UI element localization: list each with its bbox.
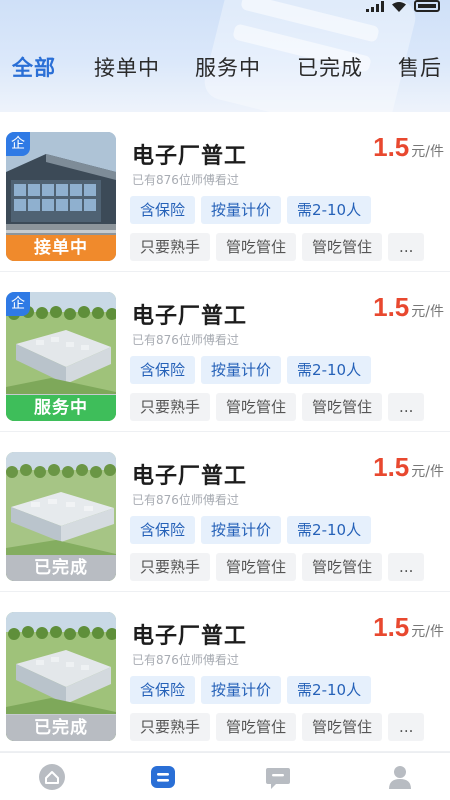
home-icon [39, 764, 65, 790]
bottom-nav [0, 752, 450, 800]
tab-all[interactable]: 全部 [12, 52, 56, 82]
job-card[interactable]: 已完成 电子厂普工 1.5 元/件 已有876位师傅看过 含保险 按量计价 需2… [0, 432, 450, 592]
tag-insurance: 含保险 [130, 676, 196, 704]
job-price: 1.5 元/件 [373, 452, 444, 483]
tab-completed[interactable]: 已完成 [297, 52, 363, 82]
job-title: 电子厂普工 [132, 144, 248, 169]
job-card[interactable]: 企 服务中 电子厂普工 1.5 元/件 已有876位师傅看过 含保险 按量计价 … [0, 272, 450, 432]
secondary-tags: 只要熟手 管吃管住 管吃管住 ... [130, 233, 425, 261]
secondary-tags: 只要熟手 管吃管住 管吃管住 ... [130, 553, 425, 581]
job-card[interactable]: 企 接单中 电子厂普工 1.5 元/件 已有876位师傅看过 含保险 按量计价 … [0, 112, 450, 272]
nav-orders[interactable] [148, 762, 178, 792]
price-unit: 元/件 [411, 464, 444, 480]
price-value: 1.5 [373, 132, 410, 162]
view-count: 已有876位师傅看过 [132, 493, 239, 507]
job-price: 1.5 元/件 [373, 132, 444, 163]
job-thumbnail: 已完成 [6, 612, 116, 741]
price-value: 1.5 [373, 292, 410, 322]
tag-headcount: 需2-10人 [287, 356, 372, 384]
tag-insurance: 含保险 [130, 516, 196, 544]
more-tags-button[interactable]: ... [388, 553, 425, 581]
job-price: 1.5 元/件 [373, 292, 444, 323]
status-tabs: 全部 接单中 服务中 已完成 售后 [0, 52, 450, 88]
tag-meals-housing: 管吃管住 [302, 553, 383, 581]
more-tags-button[interactable]: ... [388, 713, 425, 741]
nav-home[interactable] [37, 762, 67, 792]
tag-pricing: 按量计价 [201, 356, 282, 384]
job-title: 电子厂普工 [132, 624, 248, 649]
tab-in-service[interactable]: 服务中 [195, 52, 261, 82]
tag-skill: 只要熟手 [130, 713, 211, 741]
view-count: 已有876位师傅看过 [132, 653, 239, 667]
tag-meals-housing: 管吃管住 [216, 393, 297, 421]
tag-skill: 只要熟手 [130, 233, 211, 261]
view-count: 已有876位师傅看过 [132, 333, 239, 347]
status-label: 已完成 [6, 555, 116, 581]
tag-skill: 只要熟手 [130, 393, 211, 421]
tag-meals-housing: 管吃管住 [302, 233, 383, 261]
price-unit: 元/件 [411, 144, 444, 160]
nav-messages[interactable] [263, 762, 293, 792]
price-value: 1.5 [373, 452, 410, 482]
primary-tags: 含保险 按量计价 需2-10人 [130, 196, 372, 224]
nav-profile[interactable] [385, 762, 415, 792]
tag-pricing: 按量计价 [201, 676, 282, 704]
tag-skill: 只要熟手 [130, 553, 211, 581]
tag-pricing: 按量计价 [201, 196, 282, 224]
job-title: 电子厂普工 [132, 464, 248, 489]
tag-meals-housing: 管吃管住 [216, 713, 297, 741]
primary-tags: 含保险 按量计价 需2-10人 [130, 516, 372, 544]
signal-icon [366, 1, 384, 12]
primary-tags: 含保险 按量计价 需2-10人 [130, 356, 372, 384]
enterprise-badge: 企 [6, 132, 30, 156]
tag-headcount: 需2-10人 [287, 676, 372, 704]
orders-icon [151, 766, 175, 788]
more-tags-button[interactable]: ... [388, 393, 425, 421]
view-count: 已有876位师傅看过 [132, 173, 239, 187]
tag-pricing: 按量计价 [201, 516, 282, 544]
job-price: 1.5 元/件 [373, 612, 444, 643]
profile-icon [389, 766, 411, 789]
tag-headcount: 需2-10人 [287, 196, 372, 224]
job-list: 企 接单中 电子厂普工 1.5 元/件 已有876位师傅看过 含保险 按量计价 … [0, 112, 450, 752]
battery-icon [414, 0, 440, 12]
more-tags-button[interactable]: ... [388, 233, 425, 261]
message-icon [266, 768, 290, 789]
job-thumbnail: 已完成 [6, 452, 116, 581]
status-label: 服务中 [6, 395, 116, 421]
status-label: 已完成 [6, 715, 116, 741]
tag-meals-housing: 管吃管住 [302, 713, 383, 741]
wifi-icon [392, 2, 406, 12]
tag-meals-housing: 管吃管住 [216, 553, 297, 581]
price-unit: 元/件 [411, 304, 444, 320]
price-value: 1.5 [373, 612, 410, 642]
tag-meals-housing: 管吃管住 [216, 233, 297, 261]
primary-tags: 含保险 按量计价 需2-10人 [130, 676, 372, 704]
secondary-tags: 只要熟手 管吃管住 管吃管住 ... [130, 713, 425, 741]
enterprise-badge: 企 [6, 292, 30, 316]
job-thumbnail: 企 服务中 [6, 292, 116, 421]
status-bar [366, 0, 440, 12]
tab-accepting[interactable]: 接单中 [94, 52, 160, 82]
tag-insurance: 含保险 [130, 356, 196, 384]
tab-after-sales[interactable]: 售后 [398, 52, 442, 82]
job-card[interactable]: 已完成 电子厂普工 1.5 元/件 已有876位师傅看过 含保险 按量计价 需2… [0, 592, 450, 752]
secondary-tags: 只要熟手 管吃管住 管吃管住 ... [130, 393, 425, 421]
status-label: 接单中 [6, 235, 116, 261]
tag-headcount: 需2-10人 [287, 516, 372, 544]
tag-meals-housing: 管吃管住 [302, 393, 383, 421]
header: 全部 接单中 服务中 已完成 售后 [0, 0, 450, 112]
price-unit: 元/件 [411, 624, 444, 640]
job-title: 电子厂普工 [132, 304, 248, 329]
job-thumbnail: 企 接单中 [6, 132, 116, 261]
tag-insurance: 含保险 [130, 196, 196, 224]
